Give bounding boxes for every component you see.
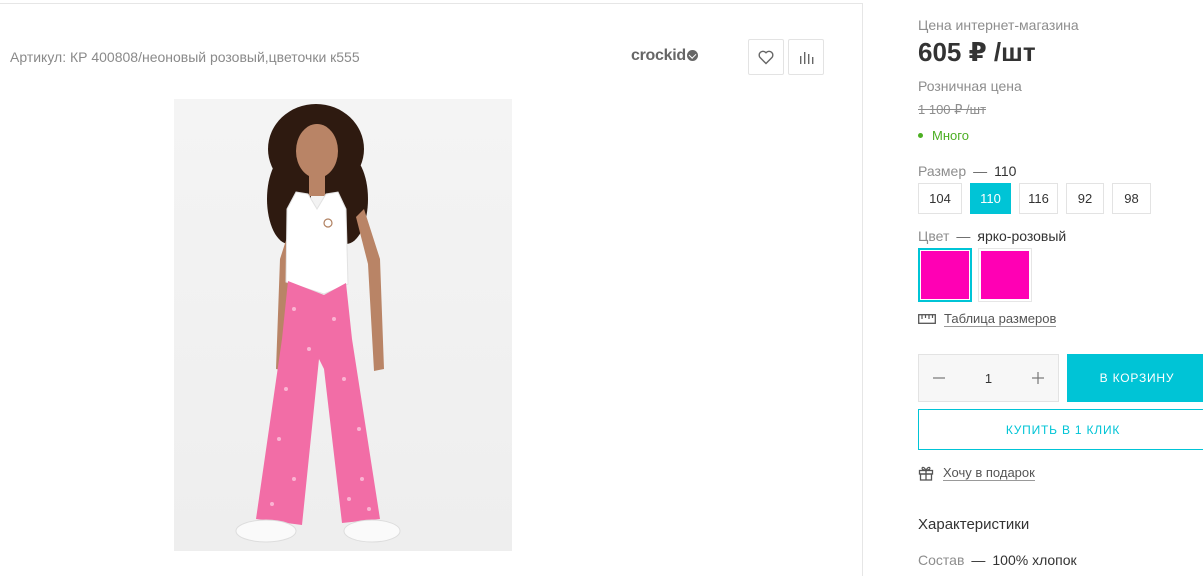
add-to-cart-button[interactable]: В КОРЗИНУ — [1067, 354, 1203, 402]
heart-icon — [758, 50, 774, 64]
size-label-row: Размер —110 — [918, 163, 1017, 179]
color-label-row: Цвет — ярко-розовый — [918, 228, 1067, 244]
size-selected: 110 — [994, 163, 1017, 179]
product-info-panel: Цена интернет-магазина 605 ₽ /шт Розничн… — [918, 0, 1203, 576]
composition-row: Состав —100% хлопок — [918, 552, 1077, 568]
gift-link[interactable]: Хочу в подарок — [918, 465, 1035, 481]
product-gallery-panel: Артикул: КР 400808/неоновый розовый,цвет… — [0, 3, 863, 576]
minus-icon — [933, 377, 945, 379]
size-option[interactable]: 98 — [1112, 183, 1151, 214]
brand-logo[interactable]: crockid — [631, 47, 698, 65]
characteristics-title: Характеристики — [918, 516, 1030, 533]
gift-icon — [918, 466, 934, 481]
color-swatch-selected[interactable] — [918, 248, 972, 302]
quantity-increase-button[interactable] — [1018, 355, 1058, 401]
favorite-button[interactable] — [748, 39, 784, 75]
stock-dot-icon — [918, 133, 923, 138]
brand-mark-icon — [686, 50, 698, 61]
size-option[interactable]: 104 — [918, 183, 962, 214]
plus-icon — [1032, 372, 1044, 384]
stock-status: Много — [918, 128, 969, 143]
size-table-text: Таблица размеров — [944, 311, 1057, 327]
ruler-icon — [918, 314, 936, 324]
color-swatches — [918, 248, 1032, 302]
online-price-label: Цена интернет-магазина — [918, 17, 1079, 33]
bar-chart-icon — [800, 52, 814, 64]
size-option[interactable]: 92 — [1066, 183, 1104, 214]
size-table-link[interactable]: Таблица размеров — [918, 311, 1057, 327]
product-sku: Артикул: КР 400808/неоновый розовый,цвет… — [10, 49, 360, 65]
quantity-value[interactable]: 1 — [959, 371, 1018, 386]
size-option-selected[interactable]: 110 — [970, 183, 1011, 214]
color-selected: ярко-розовый — [977, 228, 1067, 244]
size-options: 104 110 116 92 98 — [918, 183, 1151, 214]
gift-text: Хочу в подарок — [943, 465, 1035, 481]
swatch-fill — [981, 251, 1029, 299]
retail-price-label: Розничная цена — [918, 78, 1022, 94]
retail-price: 1 100 ₽ /шт — [918, 102, 987, 117]
composition-value: 100% хлопок — [992, 552, 1077, 568]
color-label: Цвет — [918, 228, 950, 244]
stock-text: Много — [932, 128, 969, 143]
swatch-fill — [921, 251, 969, 299]
product-photo-illustration — [235, 104, 401, 543]
size-option[interactable]: 116 — [1019, 183, 1058, 214]
compare-button[interactable] — [788, 39, 824, 75]
color-swatch[interactable] — [978, 248, 1032, 302]
quantity-stepper: 1 — [918, 354, 1059, 402]
buy-one-click-button[interactable]: КУПИТЬ В 1 КЛИК — [918, 409, 1203, 450]
composition-label: Состав — [918, 552, 965, 568]
brand-name: crockid — [631, 47, 686, 64]
online-price: 605 ₽ /шт — [918, 37, 1036, 67]
quantity-decrease-button[interactable] — [919, 355, 959, 401]
product-photo[interactable] — [174, 99, 512, 551]
size-label: Размер — [918, 163, 967, 179]
